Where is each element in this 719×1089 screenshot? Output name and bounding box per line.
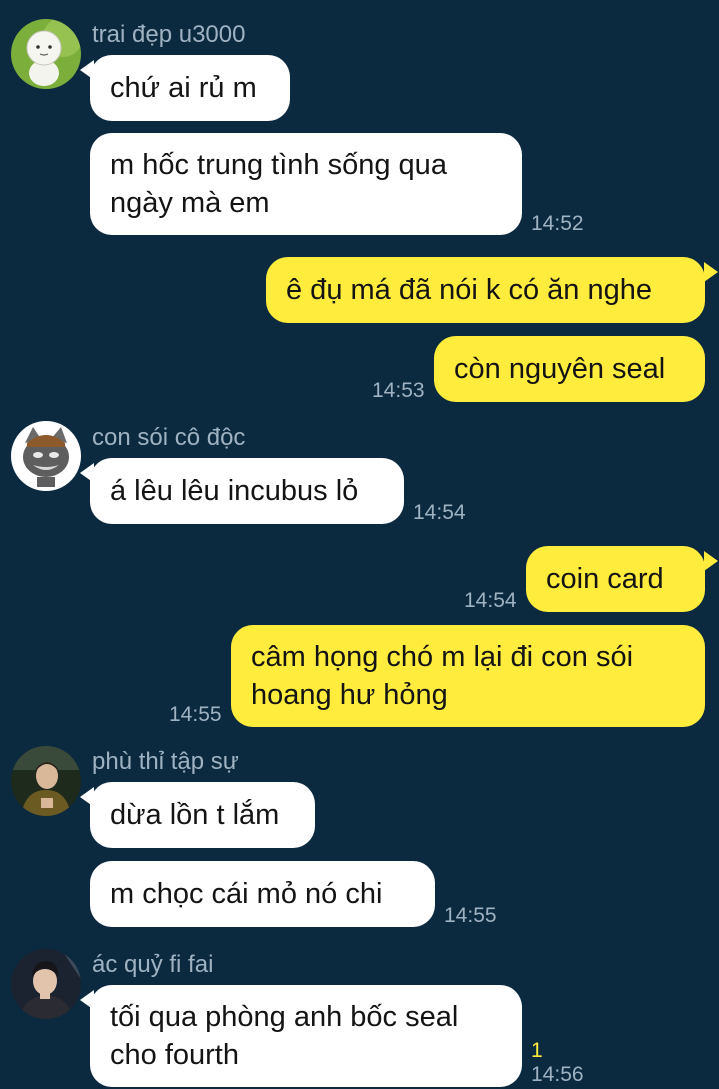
bubble-tail: [704, 262, 718, 282]
message-timestamp: 14:55: [169, 703, 222, 726]
incoming-message[interactable]: á lêu lêu incubus lỏ: [90, 458, 404, 524]
message-text: chứ ai rủ m: [110, 72, 257, 104]
sender-name: con sói cô độc: [92, 424, 246, 451]
sender-name: trai đẹp u3000: [92, 21, 246, 48]
unread-count: 1: [531, 1039, 543, 1062]
message-text: coin card: [546, 563, 664, 595]
outgoing-message[interactable]: còn nguyên seal: [434, 336, 705, 402]
sender-name: ác quỷ fi fai: [92, 951, 214, 978]
message-text: câm họng chó m lại đi con sói: [251, 641, 634, 673]
message-text: ê đụ má đã nói k có ăn nghe: [286, 274, 652, 306]
outgoing-message[interactable]: coin card: [526, 546, 705, 612]
message-text: á lêu lêu incubus lỏ: [110, 475, 359, 507]
avatar[interactable]: [11, 421, 81, 491]
bubble-tail: [704, 551, 718, 571]
avatar[interactable]: [11, 949, 81, 1019]
message-timestamp: 14:53: [372, 379, 425, 402]
chat-screen: { "colors": { "background": "#0b2a40", "…: [0, 0, 719, 1089]
incoming-message[interactable]: chứ ai rủ m: [90, 55, 290, 121]
message-text: cho fourth: [110, 1039, 239, 1071]
avatar[interactable]: [11, 746, 81, 816]
message-timestamp: 14:56: [531, 1063, 584, 1086]
message-text: tối qua phòng anh bốc seal: [110, 1001, 459, 1033]
outgoing-message[interactable]: ê đụ má đã nói k có ăn nghe: [266, 257, 705, 323]
incoming-message[interactable]: m chọc cái mỏ nó chi: [90, 861, 435, 927]
message-timestamp: 14:55: [444, 904, 497, 927]
message-text: hoang hư hỏng: [251, 679, 448, 711]
message-text: ngày mà em: [110, 187, 270, 219]
incoming-message[interactable]: m hốc trung tình sống qua ngày mà em: [90, 133, 522, 235]
avatar[interactable]: [11, 19, 81, 89]
incoming-message[interactable]: dừa lồn t lắm: [90, 782, 315, 848]
message-text: dừa lồn t lắm: [110, 799, 280, 831]
sender-name: phù thỉ tập sự: [92, 748, 239, 775]
message-timestamp: 14:54: [413, 501, 466, 524]
incoming-message[interactable]: tối qua phòng anh bốc seal cho fourth: [90, 985, 522, 1087]
message-timestamp: 14:52: [531, 212, 584, 235]
message-text: m chọc cái mỏ nó chi: [110, 878, 383, 910]
message-text: còn nguyên seal: [454, 353, 666, 385]
message-timestamp: 14:54: [464, 589, 517, 612]
message-text: m hốc trung tình sống qua: [110, 149, 447, 181]
outgoing-message[interactable]: câm họng chó m lại đi con sói hoang hư h…: [231, 625, 705, 727]
